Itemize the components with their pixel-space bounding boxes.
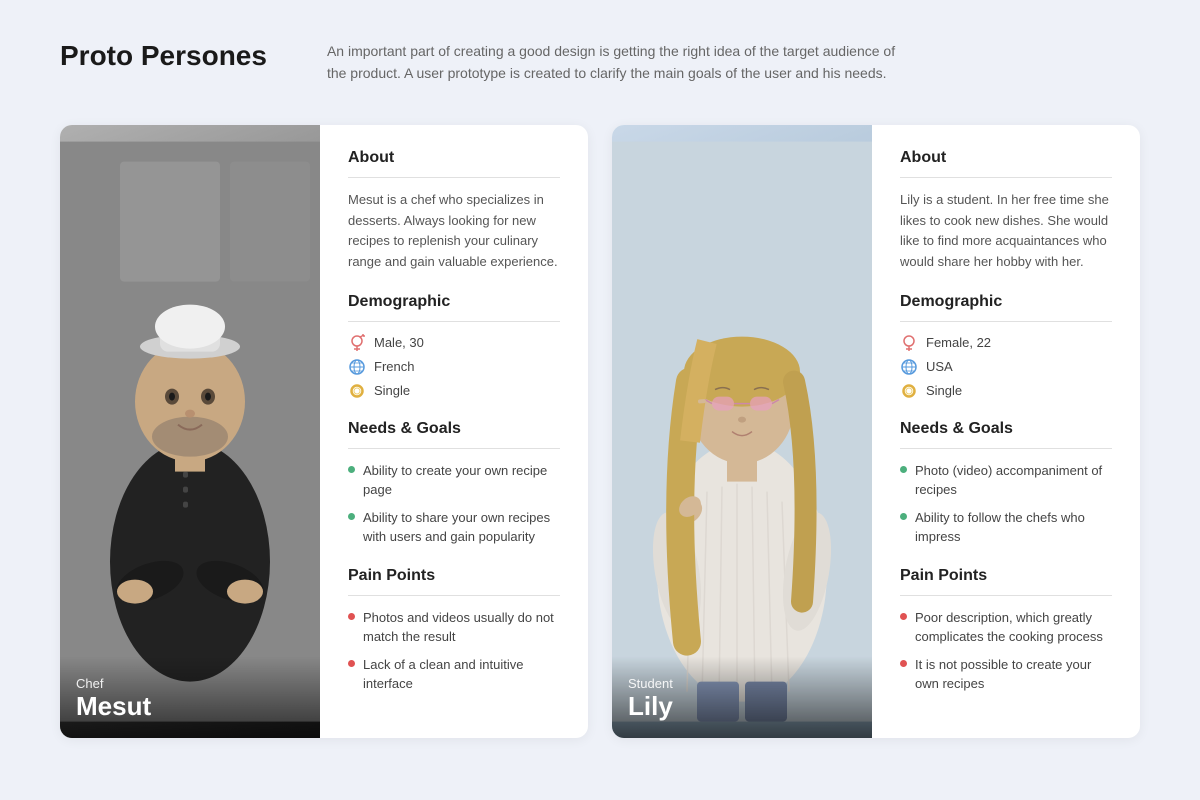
- globe-icon-lily: [900, 358, 918, 376]
- list-item: Ability to create your own recipe page: [348, 461, 560, 500]
- demo-country-lily: USA: [926, 359, 953, 374]
- personas-row: Chef Mesut About Mesut is a chef who spe…: [60, 125, 1140, 738]
- demographic-lily: Demographic Female, 22 USA: [900, 293, 1112, 400]
- demo-gender-mesut: Male, 30: [374, 335, 424, 350]
- bullet-dot-red: [900, 660, 907, 667]
- globe-icon-mesut: [348, 358, 366, 376]
- bullet-dot: [900, 466, 907, 473]
- ring-icon-mesut: [348, 382, 366, 400]
- needs-list-lily: Photo (video) accompaniment of recipes A…: [900, 461, 1112, 547]
- gender-icon-lily: [900, 334, 918, 352]
- needs-mesut: Needs & Goals Ability to create your own…: [348, 420, 560, 547]
- page-header: Proto Persones An important part of crea…: [60, 40, 1140, 85]
- demo-status-lily: Single: [926, 383, 962, 398]
- demo-item-country-mesut: French: [348, 358, 560, 376]
- persona-name-lily: Lily: [628, 691, 856, 722]
- ring-icon-lily: [900, 382, 918, 400]
- list-item: Lack of a clean and intuitive interface: [348, 655, 560, 694]
- header-description: An important part of creating a good des…: [327, 40, 907, 85]
- demo-item-country-lily: USA: [900, 358, 1112, 376]
- pain-title-lily: Pain Points: [900, 567, 1112, 585]
- pains-mesut: Pain Points Photos and videos usually do…: [348, 567, 560, 694]
- persona-content-mesut: About Mesut is a chef who specializes in…: [320, 125, 588, 738]
- pain-title-mesut: Pain Points: [348, 567, 560, 585]
- demographic-mesut: Demographic Male, 30 French: [348, 293, 560, 400]
- pains-lily: Pain Points Poor description, which grea…: [900, 567, 1112, 694]
- persona-label-mesut: Chef Mesut: [60, 656, 320, 738]
- demo-item-status-lily: Single: [900, 382, 1112, 400]
- bullet-dot: [348, 466, 355, 473]
- persona-content-lily: About Lily is a student. In her free tim…: [872, 125, 1140, 738]
- demo-item-status-mesut: Single: [348, 382, 560, 400]
- persona-label-lily: Student Lily: [612, 656, 872, 738]
- bullet-dot-red: [348, 613, 355, 620]
- persona-name-mesut: Mesut: [76, 691, 304, 722]
- demo-country-mesut: French: [374, 359, 414, 374]
- list-item: Poor description, which greatly complica…: [900, 608, 1112, 647]
- demo-gender-lily: Female, 22: [926, 335, 991, 350]
- list-item: It is not possible to create your own re…: [900, 655, 1112, 694]
- list-item: Ability to share your own recipes with u…: [348, 508, 560, 547]
- needs-lily: Needs & Goals Photo (video) accompanimen…: [900, 420, 1112, 547]
- demographic-title-lily: Demographic: [900, 293, 1112, 311]
- persona-card-lily: Student Lily About Lily is a student. In…: [612, 125, 1140, 738]
- bullet-dot: [348, 513, 355, 520]
- pain-list-lily: Poor description, which greatly complica…: [900, 608, 1112, 694]
- about-text-lily: Lily is a student. In her free time she …: [900, 190, 1112, 273]
- list-item: Photos and videos usually do not match t…: [348, 608, 560, 647]
- demographic-title-mesut: Demographic: [348, 293, 560, 311]
- persona-card-mesut: Chef Mesut About Mesut is a chef who spe…: [60, 125, 588, 738]
- persona-role-mesut: Chef: [76, 676, 304, 691]
- about-text-mesut: Mesut is a chef who specializes in desse…: [348, 190, 560, 273]
- list-item: Ability to follow the chefs who impress: [900, 508, 1112, 547]
- page-title: Proto Persones: [60, 40, 267, 72]
- about-title-lily: About: [900, 149, 1112, 167]
- persona-image-lily: Student Lily: [612, 125, 872, 738]
- demo-item-gender-lily: Female, 22: [900, 334, 1112, 352]
- pain-list-mesut: Photos and videos usually do not match t…: [348, 608, 560, 694]
- list-item: Photo (video) accompaniment of recipes: [900, 461, 1112, 500]
- needs-title-lily: Needs & Goals: [900, 420, 1112, 438]
- needs-title-mesut: Needs & Goals: [348, 420, 560, 438]
- about-title-mesut: About: [348, 149, 560, 167]
- persona-image-mesut: Chef Mesut: [60, 125, 320, 738]
- demo-item-gender-mesut: Male, 30: [348, 334, 560, 352]
- needs-list-mesut: Ability to create your own recipe page A…: [348, 461, 560, 547]
- gender-icon-mesut: [348, 334, 366, 352]
- bullet-dot-red: [348, 660, 355, 667]
- bullet-dot: [900, 513, 907, 520]
- demo-status-mesut: Single: [374, 383, 410, 398]
- bullet-dot-red: [900, 613, 907, 620]
- persona-role-lily: Student: [628, 676, 856, 691]
